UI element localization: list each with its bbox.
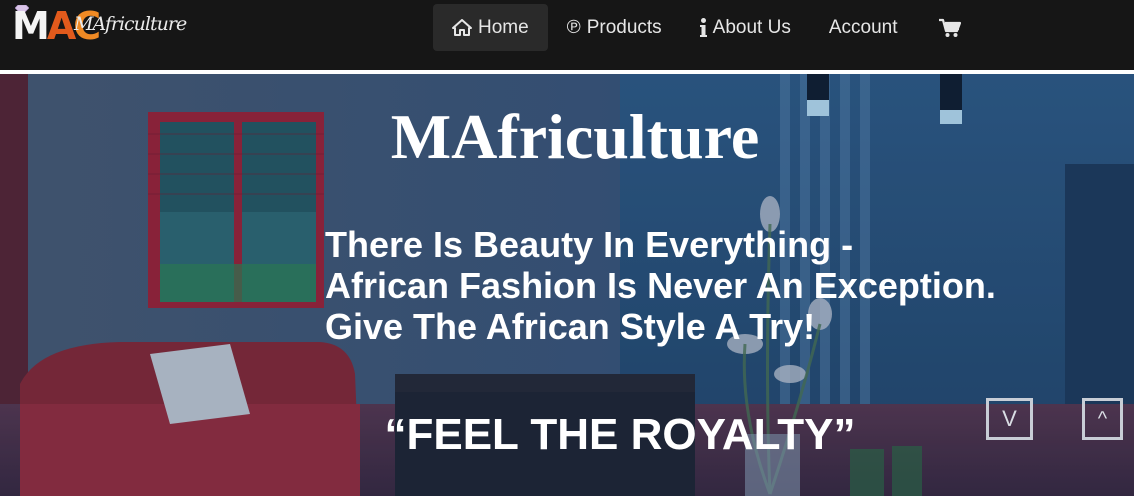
nav-cart[interactable] bbox=[916, 4, 987, 51]
top-navbar: MAC MAfriculture Home ℗ Products About U… bbox=[0, 0, 1134, 70]
home-icon bbox=[452, 19, 472, 36]
nav-account[interactable]: Account bbox=[810, 4, 917, 51]
main-nav: Home ℗ Products About Us Account bbox=[433, 4, 987, 51]
hero-banner: MAfriculture There Is Beauty In Everythi… bbox=[0, 74, 1134, 496]
tagline-line: Give The African Style A Try! bbox=[325, 306, 816, 347]
tagline-line: African Fashion Is Never An Exception. bbox=[325, 265, 996, 306]
nav-home-label: Home bbox=[478, 16, 529, 38]
tagline-line: There Is Beauty In Everything - bbox=[325, 224, 854, 265]
hero-tagline: There Is Beauty In Everything - African … bbox=[325, 224, 996, 347]
scroll-up-button[interactable]: ^ bbox=[1082, 398, 1123, 440]
scroll-down-button[interactable]: V bbox=[986, 398, 1033, 440]
nav-products-label: Products bbox=[586, 16, 662, 38]
info-icon bbox=[699, 17, 707, 38]
hero-slogan: “FEEL THE ROYALTY” bbox=[384, 410, 856, 459]
cart-icon bbox=[939, 18, 962, 38]
nav-home[interactable]: Home bbox=[433, 4, 548, 51]
logo-text: MAfriculture bbox=[74, 13, 187, 35]
hero-title: MAfriculture bbox=[390, 101, 760, 172]
nav-products[interactable]: ℗ Products bbox=[548, 4, 681, 51]
nav-about-label: About Us bbox=[712, 16, 791, 38]
nav-account-label: Account bbox=[828, 16, 898, 38]
registered-icon: ℗ bbox=[566, 16, 581, 38]
site-logo[interactable]: MAC MAfriculture bbox=[12, 2, 187, 50]
nav-about[interactable]: About Us bbox=[681, 4, 810, 51]
